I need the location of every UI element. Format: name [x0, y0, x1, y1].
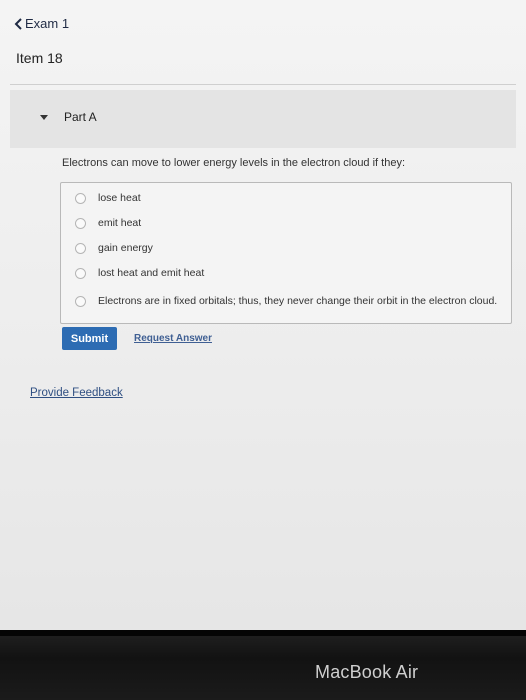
option-emit-heat[interactable]: emit heat [75, 217, 141, 229]
option-label: gain energy [98, 242, 153, 254]
option-label: Electrons are in fixed orbitals; thus, t… [98, 295, 498, 307]
part-a-header[interactable]: Part A [10, 90, 516, 148]
back-to-exam-link[interactable]: Exam 1 [14, 16, 69, 31]
caret-down-icon[interactable] [40, 115, 48, 120]
option-label: emit heat [98, 217, 142, 229]
part-label: Part A [64, 110, 97, 124]
question-text: Electrons can move to lower energy level… [62, 157, 406, 169]
option-gain-energy[interactable]: gain energy [75, 242, 153, 254]
radio-button[interactable] [75, 267, 86, 279]
option-lose-heat[interactable]: lose heat [75, 192, 141, 204]
radio-button[interactable] [75, 192, 86, 204]
chevron-left-icon [14, 17, 22, 30]
bezel-edge [0, 630, 526, 636]
back-link-label: Exam 1 [25, 16, 70, 31]
submit-button[interactable]: Submit [62, 327, 117, 350]
browser-content: Exam 1 Item 18 Part A Electrons can move… [0, 0, 526, 630]
laptop-bezel [0, 630, 526, 700]
option-label: lost heat and emit heat [98, 267, 205, 279]
answer-options: lose heat emit heat gain energy lost hea… [60, 182, 512, 324]
request-answer-link[interactable]: Request Answer [134, 333, 212, 344]
radio-button[interactable] [75, 217, 86, 229]
provide-feedback-link[interactable]: Provide Feedback [30, 387, 123, 399]
radio-button[interactable] [75, 295, 86, 307]
divider [10, 84, 516, 85]
option-lost-heat-emit-heat[interactable]: lost heat and emit heat [75, 267, 204, 279]
option-fixed-orbitals[interactable]: Electrons are in fixed orbitals; thus, t… [75, 295, 497, 307]
option-label: lose heat [98, 192, 141, 204]
radio-button[interactable] [75, 242, 86, 254]
laptop-brand-label: MacBook Air [315, 662, 419, 682]
item-title: Item 18 [16, 50, 63, 66]
